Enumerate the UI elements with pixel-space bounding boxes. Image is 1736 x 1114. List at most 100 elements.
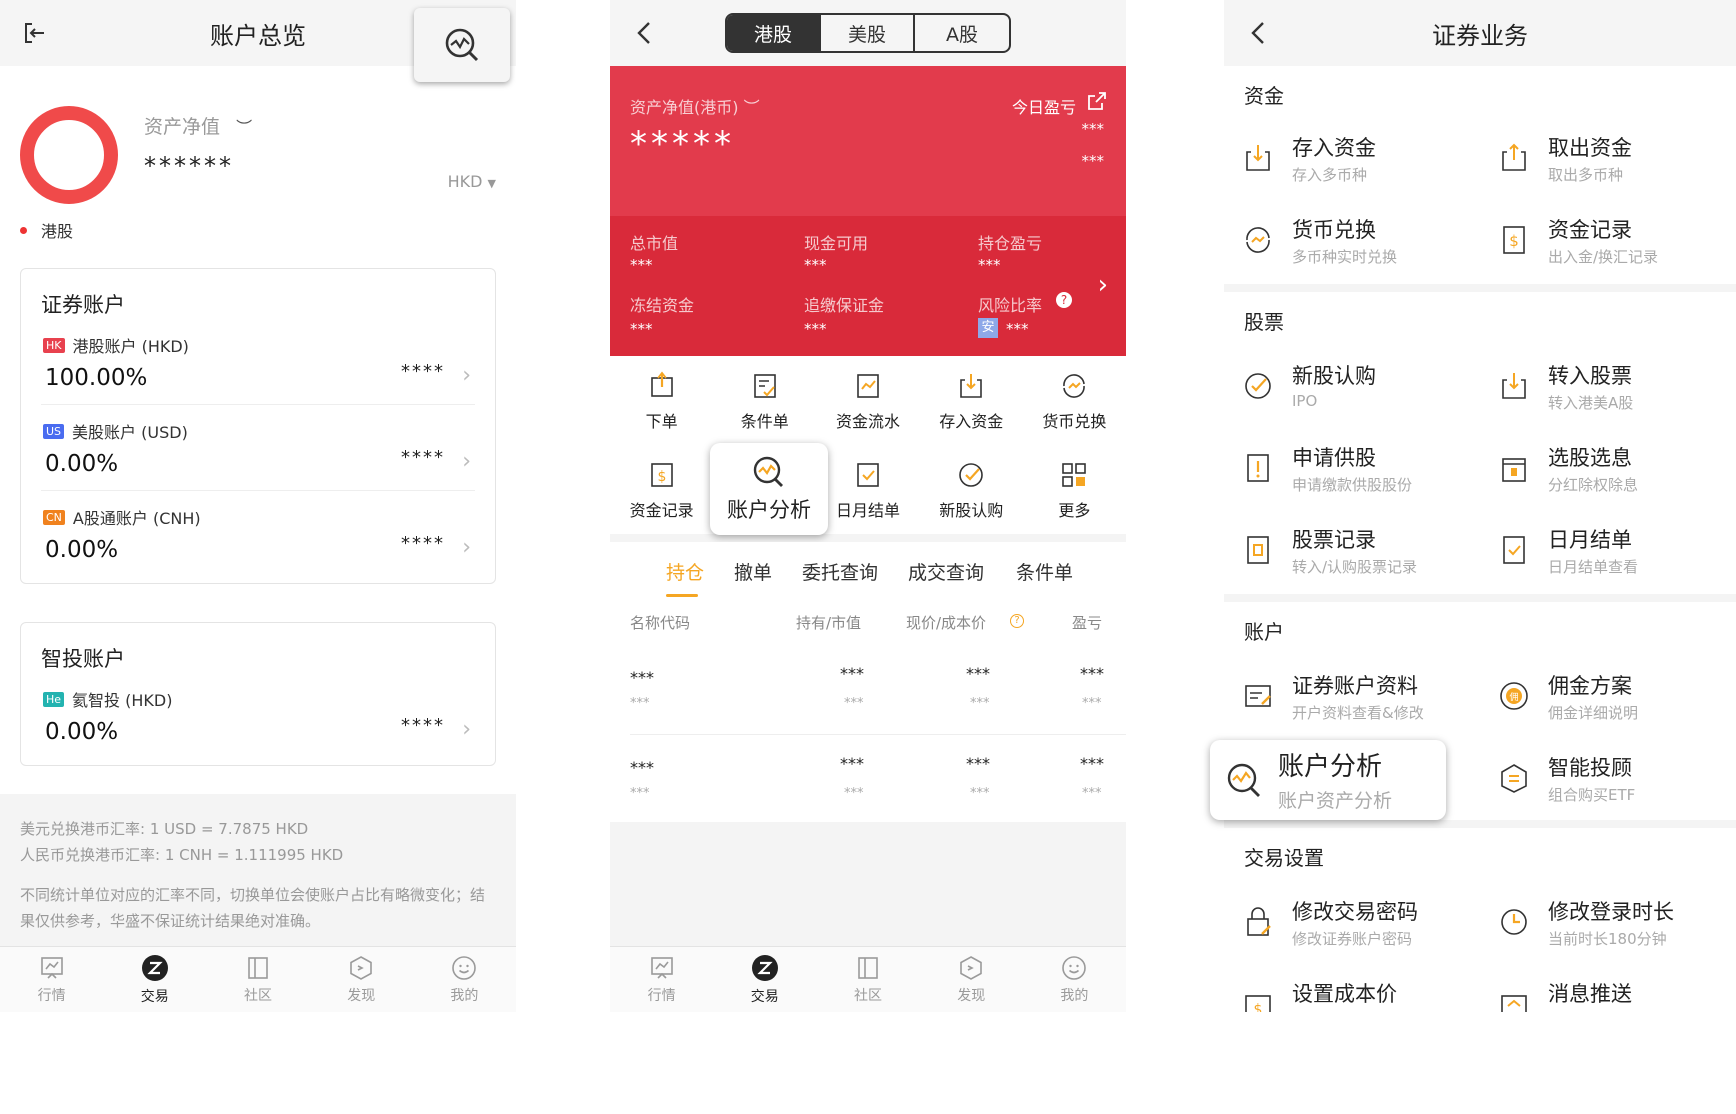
service-stock-record[interactable]: 股票记录 转入/认购股票记录 xyxy=(1224,516,1464,586)
asset-summary-panel: 资产净值(港币) ︶ ***** 今日盈亏 *** *** xyxy=(610,66,1126,216)
deposit-icon xyxy=(960,373,982,398)
tab-discover[interactable]: 发现 xyxy=(920,947,1023,1012)
risk-safe-badge: 安 xyxy=(978,318,998,338)
segment-us[interactable]: 美股 xyxy=(821,15,915,51)
tab-trade[interactable]: 交易 xyxy=(103,947,206,1012)
account-analysis-button[interactable]: 账户分析 xyxy=(710,443,828,535)
service-push-notification[interactable]: 消息推送 xyxy=(1480,970,1720,1012)
trade-icon xyxy=(141,954,168,981)
conditional-order-icon xyxy=(753,373,776,398)
us-badge: US xyxy=(43,423,65,439)
net-asset-label: 资产净值 ︶ xyxy=(144,116,253,138)
chevron-right-icon: › xyxy=(462,449,471,474)
function-grid: 下单 条件单 资金流水 存入资金 货币兑换 $ 资金记录 日月结单 新股认购 更多 xyxy=(610,356,1126,534)
service-transfer-in[interactable]: 转入股票 转入港美A股 xyxy=(1480,352,1720,422)
trade-screen: 港股 美股 A股 资产净值(港币) ︶ ***** 今日盈亏 *** *** 总… xyxy=(610,0,1126,1012)
segment-a[interactable]: A股 xyxy=(915,15,1009,51)
robo-advisor-icon xyxy=(1501,764,1527,793)
grid-fund-record[interactable]: $ 资金记录 xyxy=(610,445,713,534)
tab-trade[interactable]: 交易 xyxy=(713,947,816,1012)
eye-closed-icon[interactable]: ︶ xyxy=(744,98,760,117)
service-deposit[interactable]: 存入资金 存入多币种 xyxy=(1224,124,1464,194)
segment-hk[interactable]: 港股 xyxy=(727,15,821,51)
grid-deposit[interactable]: 存入资金 xyxy=(920,356,1023,445)
ipo-icon xyxy=(1245,373,1271,399)
account-analysis-button[interactable] xyxy=(414,8,510,82)
exchange-rates-panel: 美元兑换港币汇率: 1 USD = 7.7875 HKD 人民币兑换港币汇率: … xyxy=(0,794,516,946)
service-exchange[interactable]: 货币兑换 多币种实时兑换 xyxy=(1224,206,1464,276)
tab-market[interactable]: 行情 xyxy=(610,947,713,1012)
withdraw-icon xyxy=(1502,143,1526,171)
page-title: 账户总览 xyxy=(210,21,306,50)
svg-text:$: $ xyxy=(1254,1002,1263,1012)
tab-market[interactable]: 行情 xyxy=(0,947,103,1012)
tab-order-query[interactable]: 委托查询 xyxy=(802,558,878,585)
svg-text:$: $ xyxy=(657,469,666,485)
service-account-info[interactable]: 证券账户资料 开户资料查看&修改 xyxy=(1224,662,1464,732)
chevron-right-icon: › xyxy=(462,535,471,560)
grid-cashflow[interactable]: 资金流水 xyxy=(816,356,919,445)
tab-discover[interactable]: 发现 xyxy=(310,947,413,1012)
account-row[interactable]: US 美股账户 (USD) 0.00% **** › xyxy=(41,405,475,491)
service-login-duration[interactable]: 修改登录时长 当前时长180分钟 xyxy=(1480,888,1720,958)
statement-icon xyxy=(857,462,879,487)
currency-select[interactable]: HKD ▼ xyxy=(448,172,496,191)
market-icon xyxy=(40,956,63,979)
hk-badge: HK xyxy=(43,337,65,353)
service-withdraw[interactable]: 取出资金 取出多币种 xyxy=(1480,124,1720,194)
service-robo-advisor[interactable]: 智能投顾 组合购买ETF xyxy=(1480,744,1720,814)
account-row[interactable]: CN A股通账户 (CNH) 0.00% **** › xyxy=(41,491,475,577)
deposit-icon xyxy=(1246,145,1270,171)
service-ipo[interactable]: 新股认购 IPO xyxy=(1224,352,1464,422)
service-rights-issue[interactable]: 申请供股 申请缴款供股股份 xyxy=(1224,434,1464,504)
market-icon xyxy=(650,956,673,979)
rate-note: 不同统计单位对应的汇率不同，切换单位会使账户占比有略微变化；结果仅供参考，华盛不… xyxy=(20,886,486,930)
help-icon[interactable]: ? xyxy=(1056,292,1072,308)
grid-ipo[interactable]: 新股认购 xyxy=(920,445,1023,534)
grid-order[interactable]: 下单 xyxy=(610,356,713,445)
grid-statement[interactable]: 日月结单 xyxy=(816,445,919,534)
smiley-icon xyxy=(1062,955,1087,980)
chevron-right-icon: › xyxy=(462,717,471,742)
grid-exchange[interactable]: 货币兑换 xyxy=(1023,356,1126,445)
service-dividend-choice[interactable]: 选股选息 分红除权除息 xyxy=(1480,434,1720,504)
col-price: 现价/成本价 xyxy=(906,614,987,632)
grid-conditional[interactable]: 条件单 xyxy=(713,356,816,445)
back-icon[interactable] xyxy=(630,18,660,48)
tab-position[interactable]: 持仓 xyxy=(666,558,704,585)
service-statement[interactable]: 日月结单 日月结单查看 xyxy=(1480,516,1720,586)
account-row[interactable]: He 氦智投 (HKD) 0.00% **** › xyxy=(41,673,475,759)
grid-more[interactable]: 更多 xyxy=(1023,445,1126,534)
asset-stats-panel[interactable]: 总市值 *** 现金可用 *** 持仓盈亏 *** 冻结资金 *** 追缴保证金… xyxy=(610,216,1126,356)
tab-community[interactable]: 社区 xyxy=(816,947,919,1012)
external-link-icon[interactable] xyxy=(1086,90,1108,116)
tab-mine[interactable]: 我的 xyxy=(413,947,516,1012)
rate-usd: 美元兑换港币汇率: 1 USD = 7.7875 HKD xyxy=(20,820,309,838)
back-icon[interactable] xyxy=(1244,18,1274,48)
account-row[interactable]: HK 港股账户 (HKD) 100.00% **** › xyxy=(41,319,475,405)
service-set-cost-price[interactable]: $ 设置成本价 xyxy=(1224,970,1464,1012)
service-fund-record[interactable]: $ 资金记录 出入金/换汇记录 xyxy=(1480,206,1720,276)
exit-icon[interactable] xyxy=(20,18,50,48)
asset-donut-chart xyxy=(20,106,118,204)
tab-deal-query[interactable]: 成交查询 xyxy=(908,558,984,585)
stock-record-icon xyxy=(1247,536,1269,564)
discover-icon xyxy=(960,955,983,980)
market-segment-control: 港股 美股 A股 xyxy=(725,13,1011,53)
service-change-trade-password[interactable]: 修改交易密码 修改证券账户密码 xyxy=(1224,888,1464,958)
tab-community[interactable]: 社区 xyxy=(206,947,309,1012)
tab-mine[interactable]: 我的 xyxy=(1023,947,1126,1012)
discover-icon xyxy=(350,955,373,980)
fund-record-icon: $ xyxy=(1503,226,1525,254)
smart-invest-card: 智投账户 He 氦智投 (HKD) 0.00% **** › xyxy=(20,622,496,766)
col-hold: 持有/市值 xyxy=(796,614,862,632)
tab-conditional[interactable]: 条件单 xyxy=(1016,558,1073,585)
help-icon[interactable]: ? xyxy=(1010,614,1024,628)
bottom-tab-bar: 行情 交易 社区 发现 我的 xyxy=(0,946,516,1012)
account-analysis-button[interactable]: 账户分析 账户资产分析 xyxy=(1210,740,1446,820)
tab-cancel[interactable]: 撤单 xyxy=(734,558,772,585)
today-pl-label: 今日盈亏 xyxy=(1011,98,1076,117)
service-commission[interactable]: 佣 佣金方案 佣金详细说明 xyxy=(1480,662,1720,732)
col-pl: 盈亏 xyxy=(1072,614,1103,632)
eye-closed-icon[interactable]: ︶ xyxy=(236,118,252,137)
